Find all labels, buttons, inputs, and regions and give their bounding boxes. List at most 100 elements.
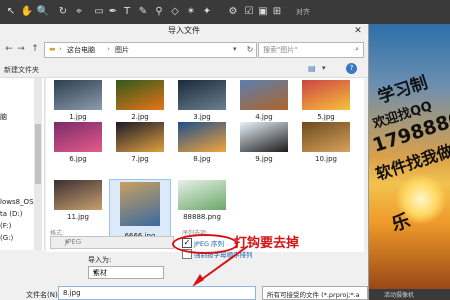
file-thumbnail[interactable]: 8.jpg	[172, 122, 232, 170]
puppet-tool-icon[interactable]: ✦	[200, 5, 214, 19]
rectangle-tool-icon[interactable]: ▭	[92, 5, 106, 19]
annotation-arrow	[192, 245, 249, 287]
nav-item-os-drive[interactable]: lows8_OS (	[0, 198, 38, 206]
command-bar: 新建文件夹 ▤ ▾ ?	[0, 61, 368, 78]
snap-toggle-icon[interactable]: ☑	[242, 5, 256, 19]
file-name-label: 10.jpg	[315, 155, 337, 163]
address-bar[interactable]: ▬ › 这台电脑 › 图片 ▾	[44, 42, 246, 58]
thumbnail-image	[54, 122, 102, 152]
filetype-value: 所有可接受的文件 (*.prproj;*.a	[267, 291, 360, 299]
filename-value: 8.jpg	[63, 289, 81, 297]
thumbnail-image	[240, 122, 288, 152]
rotate-tool-icon[interactable]: ↻	[56, 5, 70, 19]
file-name-label: 2.jpg	[131, 113, 149, 121]
file-name-label: 11.jpg	[67, 213, 89, 221]
file-name-label: 1.jpg	[69, 113, 87, 121]
thumbnail-image	[302, 80, 350, 110]
snapping-icon[interactable]: ⚙	[226, 5, 240, 19]
nav-item-d-drive[interactable]: ta (D:)	[0, 210, 22, 218]
scroll-thumb[interactable]	[35, 124, 41, 184]
file-name-label: 88888.png	[183, 213, 221, 221]
file-name-label: 4.jpg	[255, 113, 273, 121]
new-folder-button[interactable]: 新建文件夹	[4, 65, 39, 75]
file-thumbnail[interactable]: 9.jpg	[234, 122, 294, 170]
thumbnail-image	[178, 180, 226, 210]
file-thumbnail[interactable]: 6666.jpg	[109, 179, 171, 245]
chevron-down-icon: ▾	[93, 268, 97, 276]
import-as-label: 导入为:	[88, 256, 112, 264]
text-tool-icon[interactable]: T	[120, 5, 134, 19]
breadcrumb-this-pc[interactable]: 这台电脑	[67, 45, 95, 55]
file-thumbnail[interactable]: 7.jpg	[110, 122, 170, 170]
file-name-label: 8.jpg	[193, 155, 211, 163]
address-row: ← → ↑ ▬ › 这台电脑 › 图片 ▾ ↻ 搜索"图片" ⌕	[0, 41, 368, 59]
breadcrumb-pictures[interactable]: 图片	[115, 45, 129, 55]
selection-tool-icon[interactable]: ↖	[4, 5, 18, 19]
thumbnail-image	[120, 182, 160, 226]
file-thumbnail[interactable]: 5.jpg	[296, 80, 356, 128]
close-button[interactable]: ✕	[352, 26, 364, 36]
search-placeholder: 搜索"图片"	[263, 46, 298, 54]
file-name-label: 6.jpg	[69, 155, 87, 163]
thumbnail-image	[54, 80, 102, 110]
thumbnail-image	[116, 80, 164, 110]
search-input[interactable]: 搜索"图片" ⌕	[258, 42, 364, 58]
up-icon[interactable]: ↑	[30, 43, 40, 55]
file-grid: 1.jpg 2.jpg 3.jpg 4.jpg 5.jpg 6.jpg 7.jpg 8.jpg…	[46, 78, 364, 252]
grid-icon[interactable]: ⊞	[270, 5, 284, 19]
file-thumbnail[interactable]: 3.jpg	[172, 80, 232, 128]
filetype-select[interactable]: 所有可接受的文件 (*.prproj;*.a	[262, 286, 368, 300]
thumbnail-image	[178, 122, 226, 152]
snap-option-icon[interactable]: ▣	[256, 5, 270, 19]
forward-icon[interactable]: →	[16, 43, 26, 55]
file-thumbnail[interactable]: 4.jpg	[234, 80, 294, 128]
pen-tool-icon[interactable]: ✒	[106, 5, 120, 19]
thumbnail-image	[116, 122, 164, 152]
stamp-tool-icon[interactable]: ⚲	[152, 5, 166, 19]
nav-item-f-drive[interactable]: (F:)	[0, 222, 11, 230]
chevron-down-icon: ▾	[65, 238, 69, 246]
camera-tool-icon[interactable]: ⌖	[72, 5, 86, 19]
eraser-tool-icon[interactable]: ◇	[168, 5, 182, 19]
filename-input[interactable]: 8.jpg	[58, 286, 256, 300]
nav-item-this-pc[interactable]: 脑	[0, 112, 7, 122]
file-thumbnail[interactable]: 6.jpg	[48, 122, 108, 170]
thumbnail-image	[302, 122, 350, 152]
breadcrumb-sep: ›	[107, 45, 110, 53]
thumbnail-image	[240, 80, 288, 110]
composition-canvas[interactable]: 学习制 欢迎找QQ 1798880509 软件找我做 乐	[368, 24, 450, 300]
brush-tool-icon[interactable]: ✎	[136, 5, 150, 19]
thumbnail-image	[178, 80, 226, 110]
back-icon[interactable]: ←	[4, 43, 14, 55]
file-thumbnail[interactable]: 11.jpg	[48, 180, 108, 228]
hand-tool-icon[interactable]: ✋	[20, 5, 34, 19]
navigation-pane: 脑 lows8_OS ( ta (D:) (F:) (G:)	[0, 78, 45, 250]
zoom-tool-icon[interactable]: 🔍	[36, 5, 50, 19]
refresh-icon[interactable]: ↻	[244, 42, 257, 58]
dialog-title: 导入文件	[168, 26, 200, 35]
align-label[interactable]: 对齐	[296, 7, 310, 17]
file-thumbnail[interactable]: 88888.png	[172, 180, 232, 228]
import-as-select[interactable]: 素材 ▾	[88, 266, 164, 279]
file-thumbnail[interactable]: 1.jpg	[48, 80, 108, 128]
format-select[interactable]: JPEG ▾	[50, 236, 174, 249]
file-name-label: 5.jpg	[317, 113, 335, 121]
help-button[interactable]: ?	[346, 63, 357, 74]
view-icon[interactable]: ▤	[308, 64, 316, 73]
file-name-label: 7.jpg	[131, 155, 149, 163]
folder-icon: ▬	[49, 45, 56, 53]
file-thumbnail[interactable]: 2.jpg	[110, 80, 170, 128]
nav-item-g-drive[interactable]: (G:)	[0, 234, 13, 242]
file-thumbnail[interactable]: 10.jpg	[296, 122, 356, 170]
chevron-down-icon[interactable]: ▾	[322, 64, 326, 72]
nav-scrollbar[interactable]	[34, 78, 42, 250]
filename-label: 文件名(N):	[26, 291, 61, 299]
app-toolbar: ↖ ✋ 🔍 ↻ ⌖ ▭ ✒ T ✎ ⚲ ◇ ✶ ✦ ⚙ ☑ ▣ ⊞ 对齐	[0, 0, 450, 25]
roto-tool-icon[interactable]: ✶	[184, 5, 198, 19]
file-name-label: 3.jpg	[193, 113, 211, 121]
chevron-down-icon[interactable]: ▾	[233, 45, 237, 53]
search-icon: ⌕	[355, 45, 359, 53]
file-name-label: 9.jpg	[255, 155, 273, 163]
breadcrumb-sep: ›	[59, 45, 62, 53]
active-camera-select[interactable]: 活动摄像机	[384, 290, 414, 299]
